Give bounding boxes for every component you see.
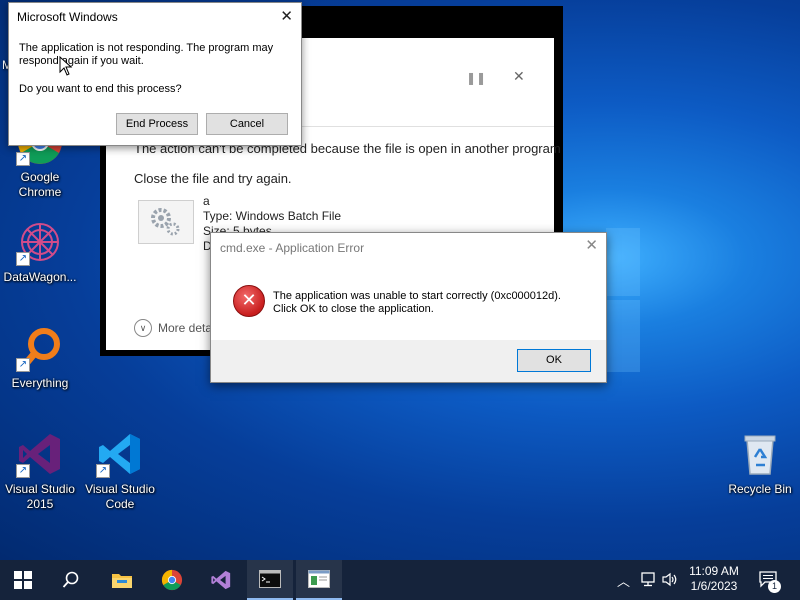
desktop-icon-label: Recycle Bin [728, 482, 792, 496]
taskbar-chrome[interactable] [149, 560, 195, 600]
vscode-icon: ↗ [96, 430, 144, 478]
close-icon[interactable]: ✕ [585, 236, 598, 254]
desktop-icon-visual-studio-code[interactable]: ↗ Visual Studio Code [81, 430, 159, 512]
desktop-icon-label: Everything [11, 376, 69, 390]
clock-date: 1/6/2023 [690, 579, 738, 593]
error-message-line2: Click OK to close the application. [273, 303, 434, 315]
wallpaper-beam [606, 300, 640, 372]
visual-studio-icon: ↗ [16, 430, 64, 478]
desktop-icon-recycle-bin[interactable]: Recycle Bin [721, 430, 799, 497]
search-icon [62, 571, 79, 588]
taskbar-file-explorer[interactable] [99, 560, 145, 600]
visual-studio-icon [211, 570, 231, 590]
more-details-toggle[interactable]: ∨ More deta [134, 319, 212, 337]
mouse-cursor-icon [59, 56, 73, 76]
network-icon[interactable] [640, 572, 656, 587]
ok-button[interactable]: OK [517, 349, 591, 372]
wallpaper-beam [606, 228, 640, 296]
dialog-title: Microsoft Windows [17, 10, 118, 24]
start-button[interactable] [0, 560, 46, 600]
everything-magnifier-icon: ↗ [16, 324, 64, 372]
command-prompt-icon [259, 570, 281, 588]
chrome-icon [161, 569, 183, 591]
cancel-button[interactable]: Cancel [206, 113, 288, 135]
folder-icon [112, 574, 132, 588]
shortcut-arrow-icon: ↗ [16, 152, 30, 166]
file-name: a [203, 194, 210, 208]
desktop-icon-label: DataWagon... [3, 270, 77, 284]
clock-time: 11:09 AM [689, 564, 739, 578]
error-message-line1: The application was unable to start corr… [273, 290, 561, 302]
more-details-label: More deta [158, 321, 213, 335]
desktop-icon-label: Visual Studio Code [85, 482, 155, 511]
chevron-down-icon: ∨ [134, 319, 152, 337]
show-hidden-icons-chevron-icon[interactable]: ︿ [617, 571, 630, 590]
desktop-icon-datawagon[interactable]: ↗ DataWagon... [1, 218, 79, 285]
shortcut-arrow-icon: ↗ [16, 252, 30, 266]
pause-icon[interactable]: ❚❚ [466, 71, 486, 85]
end-process-button[interactable]: End Process [116, 113, 198, 135]
notification-center-button[interactable]: 1 [758, 570, 781, 593]
end-process-question: Do you want to end this process? [19, 83, 182, 95]
taskbar-dialog-window[interactable] [296, 560, 342, 600]
application-window-icon [308, 570, 330, 588]
shortcut-arrow-icon: ↗ [16, 464, 30, 478]
desktop-icon-everything[interactable]: ↗ Everything [1, 324, 79, 391]
notification-count-badge: 1 [768, 580, 781, 593]
file-in-use-instruction: Close the file and try again. [134, 171, 292, 186]
file-type: Type: Windows Batch File [203, 209, 342, 223]
desktop-icon-visual-studio-2015[interactable]: ↗ Visual Studio 2015 [1, 430, 79, 512]
dialog-title: cmd.exe - Application Error [220, 241, 365, 255]
close-icon[interactable]: ✕ [513, 69, 525, 85]
search-button[interactable] [48, 560, 94, 600]
volume-icon[interactable] [662, 572, 678, 587]
shortcut-arrow-icon: ↗ [96, 464, 110, 478]
close-icon[interactable]: ✕ [280, 7, 293, 25]
error-message: The application was unable to start corr… [273, 290, 561, 316]
not-responding-dialog: Microsoft Windows ✕ The application is n… [8, 2, 302, 146]
batch-file-gears-icon [138, 200, 194, 244]
taskbar: ︿ 11:09 AM 1/6/2023 1 [0, 560, 800, 600]
clock[interactable]: 11:09 AM 1/6/2023 [684, 564, 744, 594]
error-icon: ✕ [233, 285, 265, 317]
datawagon-icon: ↗ [16, 218, 64, 266]
shortcut-arrow-icon: ↗ [16, 358, 30, 372]
recycle-bin-icon [736, 430, 784, 478]
windows-logo-icon [14, 571, 32, 589]
desktop-icon-label: Google Chrome [18, 170, 62, 199]
desktop-icon-label: Visual Studio 2015 [5, 482, 75, 511]
application-error-dialog: cmd.exe - Application Error ✕ ✕ The appl… [210, 232, 607, 383]
taskbar-visual-studio[interactable] [198, 560, 244, 600]
taskbar-cmd[interactable] [247, 560, 293, 600]
